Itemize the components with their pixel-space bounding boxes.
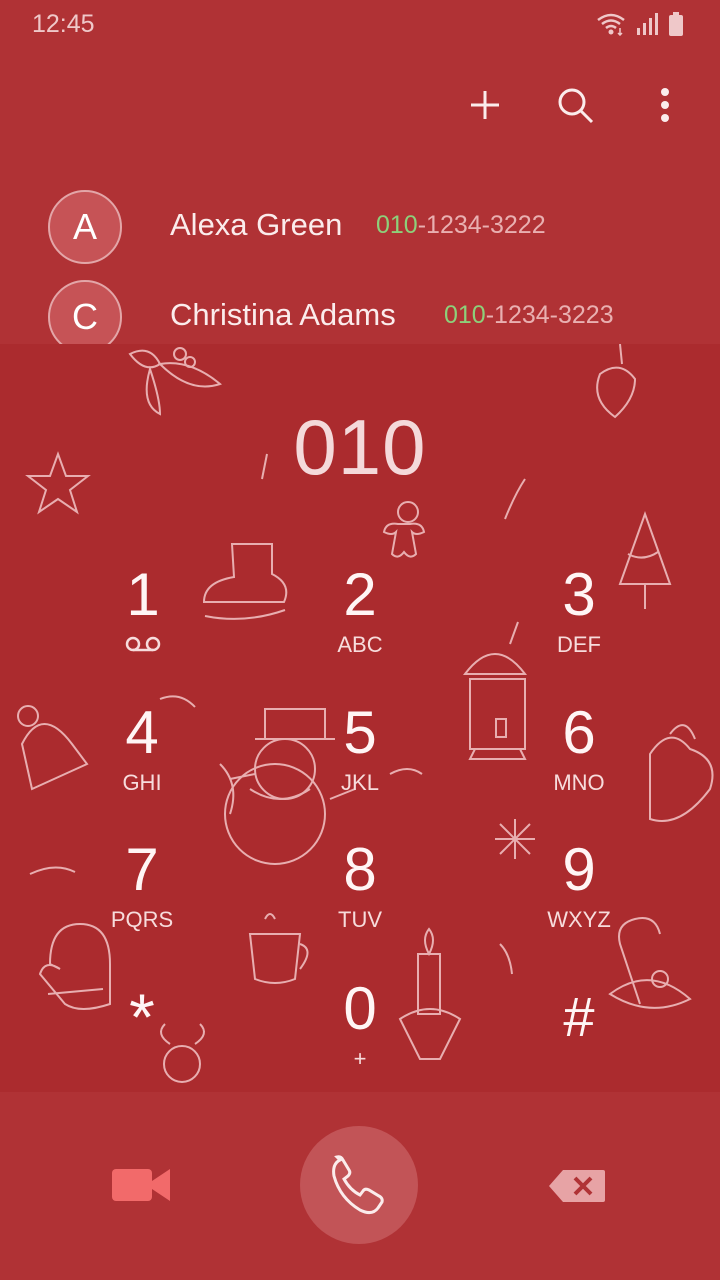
key-digit: 4 [125, 699, 159, 766]
battery-icon [669, 12, 683, 36]
key-digit: 7 [125, 836, 159, 903]
key-7[interactable]: 7 PQRS [52, 837, 232, 957]
key-letters: PQRS [110, 907, 174, 932]
voicemail-icon [125, 636, 161, 652]
contact-name: Christina Adams [170, 297, 396, 332]
key-digit: 9 [562, 836, 596, 903]
number-rest: -1234-3222 [417, 211, 546, 239]
bottom-bar [0, 1092, 720, 1280]
key-letters: TUV [338, 907, 382, 932]
key-letters: MNO [553, 770, 605, 795]
key-star[interactable]: * [52, 984, 232, 1074]
key-2[interactable]: 2 ABC [270, 562, 450, 682]
wifi-icon [597, 13, 625, 36]
backspace-button[interactable] [546, 1166, 608, 1206]
add-contact-button[interactable] [460, 80, 510, 130]
key-6[interactable]: 6 MNO [489, 700, 669, 820]
number-match: 010 [376, 211, 418, 239]
key-5[interactable]: 5 JKL [270, 700, 450, 820]
more-options-button[interactable] [640, 80, 690, 130]
key-digit: 3 [562, 561, 596, 628]
more-vertical-icon [661, 88, 669, 122]
backspace-icon [549, 1170, 605, 1202]
key-1[interactable]: 1 [53, 562, 233, 682]
dialpad-area: 010 1 2 ABC 3 DEF 4 GHI 5 JKL 6 MNO 7 PQ… [0, 344, 720, 1092]
key-8[interactable]: 8 TUV [270, 837, 450, 957]
status-bar: 12:45 [0, 0, 720, 50]
number-match: 010 [444, 301, 486, 329]
key-letters: GHI [122, 770, 162, 795]
key-digit: 0 [343, 975, 377, 1042]
key-hash[interactable]: # [489, 984, 669, 1074]
plus-icon [471, 91, 499, 119]
contact-number: 010-1234-3223 [444, 301, 614, 330]
key-0[interactable]: 0 + [270, 976, 450, 1092]
search-button[interactable] [550, 80, 600, 130]
avatar: A [48, 190, 122, 264]
key-9[interactable]: 9 WXYZ [489, 837, 669, 957]
key-4[interactable]: 4 GHI [52, 700, 232, 820]
top-panel: 12:45 A Alexa Green 010-1234-3222 C Chri… [0, 0, 720, 344]
key-digit: 6 [562, 699, 596, 766]
search-icon [558, 88, 594, 124]
key-3[interactable]: 3 DEF [489, 562, 669, 682]
key-digit: 1 [126, 561, 160, 628]
dialed-number[interactable]: 010 [0, 402, 720, 493]
key-digit: 8 [343, 836, 377, 903]
key-letters: WXYZ [547, 907, 611, 932]
contact-name: Alexa Green [170, 207, 343, 242]
key-digit: 2 [343, 561, 377, 628]
signal-icon [637, 13, 658, 35]
key-letters: JKL [341, 770, 379, 795]
key-digit: 5 [343, 699, 377, 766]
phone-icon [332, 1155, 384, 1215]
number-rest: -1234-3223 [485, 301, 614, 329]
avatar: C [48, 280, 122, 344]
key-digit: # [563, 985, 595, 1048]
video-camera-icon [112, 1169, 170, 1201]
suggestion-row[interactable]: A Alexa Green 010-1234-3222 [0, 190, 720, 280]
key-digit: * [129, 980, 155, 1054]
status-icons [596, 12, 684, 36]
key-letters: DEF [557, 632, 601, 657]
suggestion-row[interactable]: C Christina Adams 010-1234-3223 [0, 280, 720, 344]
status-time: 12:45 [32, 10, 95, 38]
video-call-button[interactable] [106, 1162, 176, 1208]
gingerbread-icon [382, 501, 426, 558]
contact-number: 010-1234-3222 [376, 211, 546, 240]
action-bar [460, 80, 690, 130]
key-letters: ABC [337, 632, 383, 657]
call-button[interactable] [300, 1126, 418, 1244]
key-letters: + [353, 1046, 367, 1071]
